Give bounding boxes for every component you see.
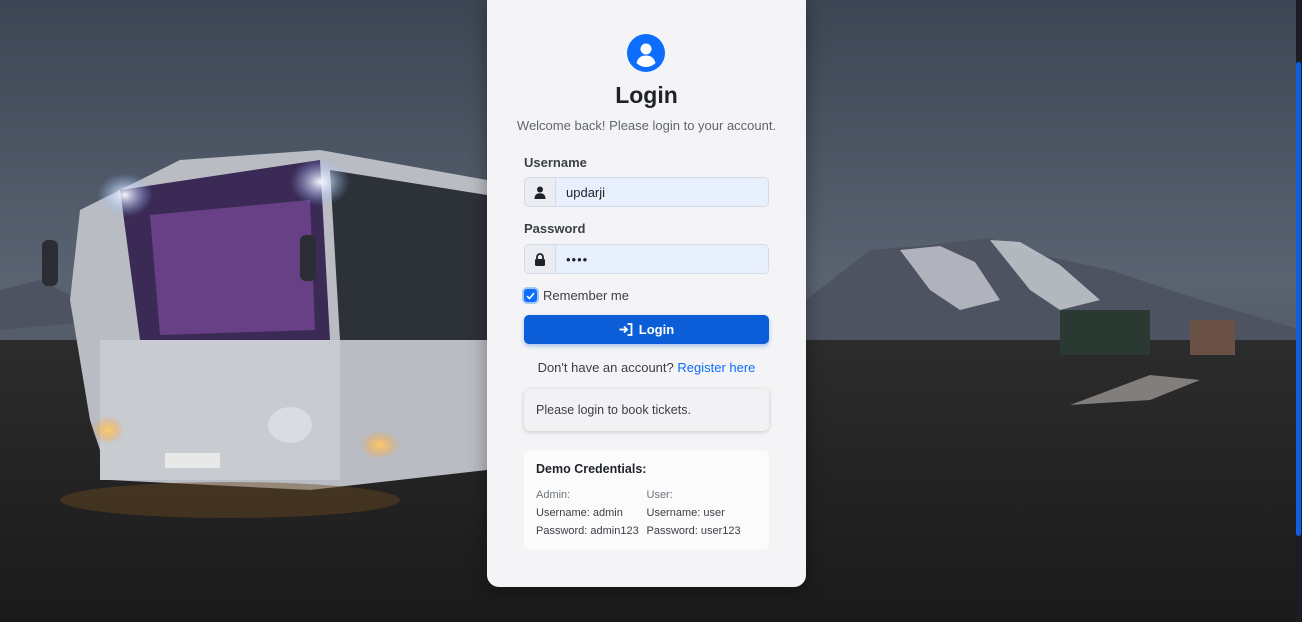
remember-me-label[interactable]: Remember me — [543, 288, 629, 303]
demo-credentials: Demo Credentials: Admin: Username: admin… — [524, 450, 769, 550]
demo-user: User: Username: user Password: user123 — [647, 489, 758, 537]
login-notice: Please login to book tickets. — [524, 389, 769, 431]
demo-admin-username: Username: admin — [536, 507, 623, 519]
demo-user-password: Password: user123 — [646, 525, 741, 537]
demo-admin-heading: Admin: — [536, 489, 571, 501]
check-icon — [526, 292, 535, 300]
login-button-label: Login — [638, 322, 675, 337]
demo-admin-password: Password: admin123 — [536, 525, 639, 537]
user-icon — [534, 186, 546, 199]
register-link[interactable]: Register here — [677, 360, 755, 375]
username-input[interactable] — [556, 178, 768, 206]
remember-me-checkbox[interactable] — [524, 289, 537, 302]
lock-icon — [535, 252, 545, 266]
sign-in-icon — [619, 323, 633, 336]
demo-user-username: Username: user — [646, 507, 725, 519]
remember-me: Remember me — [524, 288, 629, 303]
login-button[interactable]: Login — [524, 315, 769, 344]
scrollbar-thumb[interactable] — [1296, 62, 1301, 536]
user-circle-icon — [627, 34, 665, 72]
demo-title: Demo Credentials: — [536, 462, 647, 476]
demo-admin: Admin: Username: admin Password: admin12… — [536, 489, 647, 537]
demo-user-heading: User: — [646, 489, 673, 501]
page-subtitle: Welcome back! Please login to your accou… — [516, 118, 777, 133]
register-prompt: Don't have an account? — [537, 360, 678, 375]
username-label: Username — [524, 155, 587, 170]
username-input-group — [524, 177, 769, 207]
login-card: Login Welcome back! Please login to your… — [487, 0, 806, 587]
username-addon — [525, 178, 556, 206]
password-input[interactable] — [556, 245, 768, 273]
page-title: Login — [615, 82, 678, 108]
password-addon — [525, 245, 556, 273]
password-label: Password — [524, 221, 586, 236]
register-line: Don't have an account? Register here — [487, 360, 806, 375]
password-input-group — [524, 244, 769, 274]
